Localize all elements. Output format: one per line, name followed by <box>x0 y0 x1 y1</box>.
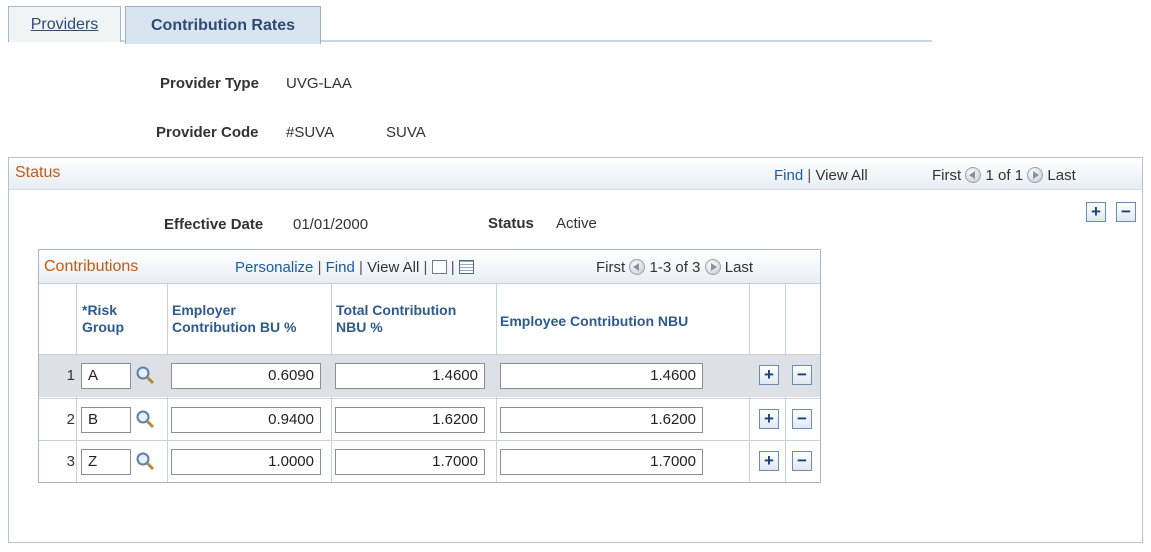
magnifier-icon[interactable] <box>135 451 155 471</box>
row-add-plus-icon[interactable]: + <box>759 365 779 385</box>
col-total-contribution: Total Contribution NBU % <box>336 302 457 335</box>
status-add-plus-icon[interactable]: + <box>1086 202 1106 222</box>
contributions-toolbar: Personalize | Find | View All | | <box>235 259 474 276</box>
row-delete-minus-icon[interactable]: − <box>792 409 812 429</box>
table-row: 3 Z 1.0000 1.7000 1.7000 + − <box>39 441 820 483</box>
col-employer-contribution: Employer Contribution BU % <box>172 302 297 335</box>
status-find-link[interactable]: Find <box>774 167 803 184</box>
risk-group-input[interactable]: Z <box>81 449 131 475</box>
row-delete-minus-icon[interactable]: − <box>792 365 812 385</box>
effective-date-value: 01/01/2000 <box>293 216 369 233</box>
table-row: 1 A 0.6090 1.4600 1.4600 + − <box>39 355 820 397</box>
tab-contribution-rates[interactable]: Contribution Rates <box>125 6 321 44</box>
status-first: First <box>932 167 962 184</box>
contributions-count: 1-3 of 3 <box>649 259 701 276</box>
risk-group-input[interactable]: A <box>81 363 131 389</box>
magnifier-icon[interactable] <box>135 365 155 385</box>
status-next-arrow-icon[interactable] <box>1027 167 1044 183</box>
employee-contribution-input[interactable]: 1.6200 <box>500 407 703 433</box>
contributions-view-all[interactable]: View All <box>367 259 419 276</box>
row-add-plus-icon[interactable]: + <box>759 451 779 471</box>
employer-contribution-input[interactable]: 0.6090 <box>171 363 321 389</box>
row-delete-minus-icon[interactable]: − <box>792 451 812 471</box>
status-title: Status <box>15 164 61 181</box>
risk-group-input[interactable]: B <box>81 407 131 433</box>
total-contribution-input[interactable]: 1.4600 <box>335 363 485 389</box>
col-risk-group: *Risk Group <box>82 302 124 335</box>
employee-contribution-input[interactable]: 1.7000 <box>500 449 703 475</box>
status-view-all[interactable]: View All <box>815 167 867 184</box>
table-row: 2 B 0.9400 1.6200 1.6200 + − <box>39 399 820 441</box>
employer-contribution-input[interactable]: 0.9400 <box>171 407 321 433</box>
status-value: Active <box>556 215 597 232</box>
status-last: Last <box>1047 167 1076 184</box>
status-label: Status <box>488 215 534 232</box>
magnifier-icon[interactable] <box>135 409 155 429</box>
employee-contribution-input[interactable]: 1.4600 <box>500 363 703 389</box>
provider-code-description: SUVA <box>386 124 426 141</box>
total-contribution-input[interactable]: 1.7000 <box>335 449 485 475</box>
contributions-next-arrow-icon[interactable] <box>704 259 721 275</box>
row-number: 2 <box>66 411 75 428</box>
effective-date-label: Effective Date <box>164 216 264 233</box>
contributions-prev-arrow-icon[interactable] <box>629 259 646 275</box>
new-window-icon[interactable] <box>431 260 447 274</box>
row-add-plus-icon[interactable]: + <box>759 409 779 429</box>
tab-providers[interactable]: Providers <box>8 6 121 42</box>
provider-code-value: #SUVA <box>286 124 335 141</box>
status-prev-arrow-icon[interactable] <box>965 167 982 183</box>
contributions-pager: First 1-3 of 3 Last <box>596 259 753 276</box>
total-contribution-input[interactable]: 1.6200 <box>335 407 485 433</box>
col-employee-contribution: Employee Contribution NBU <box>500 313 689 329</box>
provider-type-value: UVG-LAA <box>286 75 352 92</box>
status-count: 1 of 1 <box>985 167 1024 184</box>
status-navigation: Find | View All <box>774 167 868 184</box>
contributions-find-link[interactable]: Find <box>326 259 355 276</box>
contributions-last: Last <box>724 259 754 276</box>
status-pager: First 1 of 1 Last <box>932 167 1076 184</box>
contributions-first: First <box>596 259 626 276</box>
provider-type-label: Provider Type <box>160 75 259 92</box>
row-number: 3 <box>66 453 75 470</box>
grid-icon[interactable] <box>458 260 474 274</box>
status-delete-minus-icon[interactable]: − <box>1116 202 1136 222</box>
tab-bar: Providers Contribution Rates <box>8 6 932 44</box>
personalize-link[interactable]: Personalize <box>235 259 313 276</box>
provider-code-label: Provider Code <box>156 124 259 141</box>
contributions-title: Contributions <box>44 258 139 275</box>
row-number: 1 <box>66 367 75 384</box>
employer-contribution-input[interactable]: 1.0000 <box>171 449 321 475</box>
